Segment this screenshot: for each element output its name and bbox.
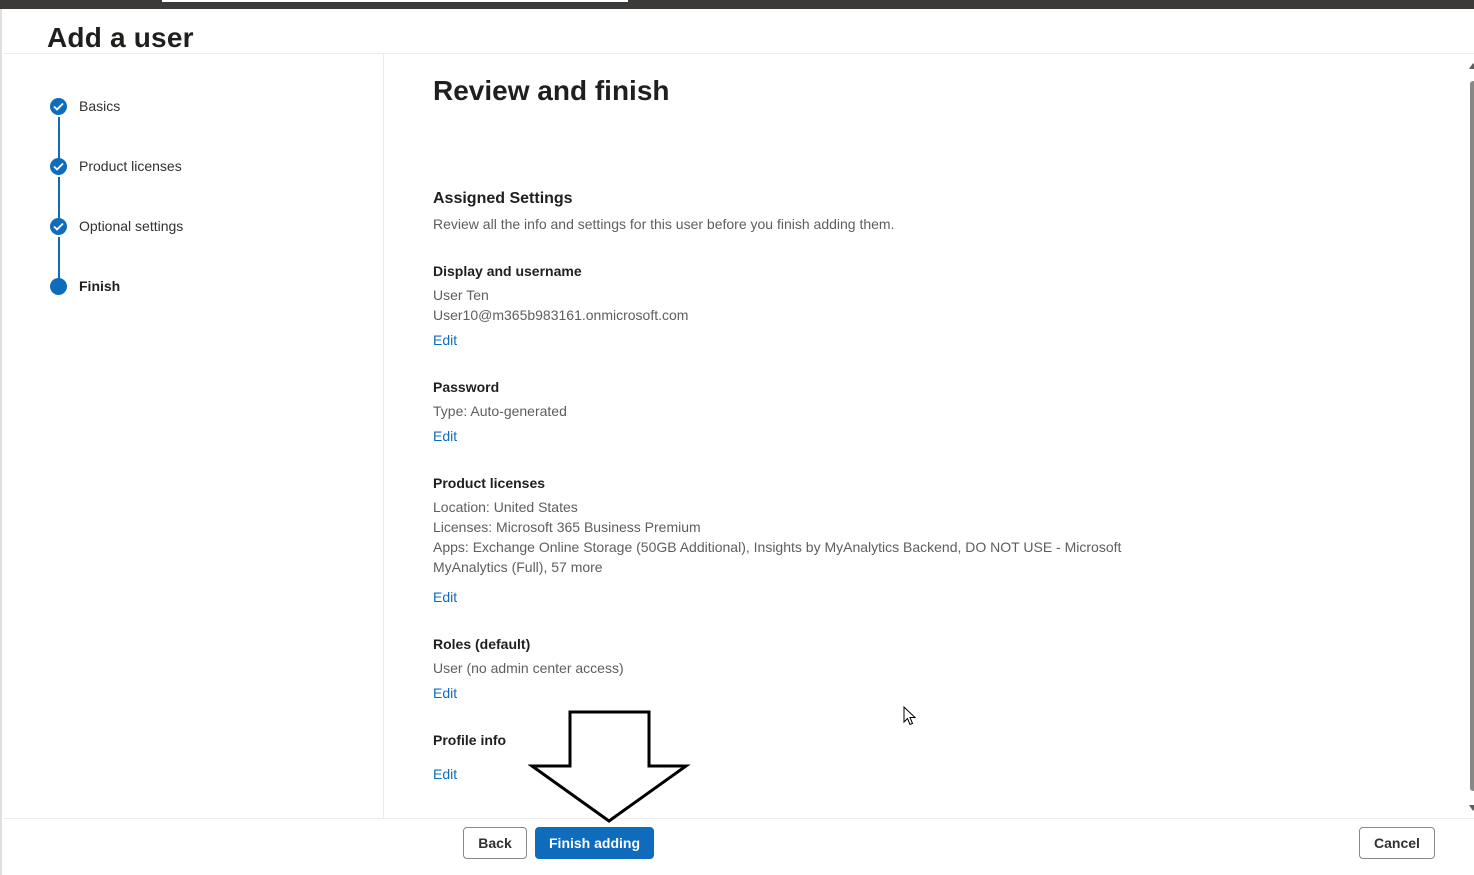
step-label: Basics xyxy=(79,98,121,114)
edit-password-link[interactable]: Edit xyxy=(433,428,457,444)
scroll-down-arrow-icon[interactable] xyxy=(1469,805,1474,811)
profile-info-title: Profile info xyxy=(433,732,507,748)
step-connector xyxy=(58,237,60,281)
roles-title: Roles (default) xyxy=(433,636,531,652)
licenses-value: Licenses: Microsoft 365 Business Premium xyxy=(433,519,701,535)
display-name-value: User Ten xyxy=(433,287,489,303)
footer-divider xyxy=(4,818,1474,819)
address-bar-edge xyxy=(162,0,628,2)
display-username-title: Display and username xyxy=(433,263,582,279)
password-title: Password xyxy=(433,379,500,395)
finish-adding-button[interactable]: Finish adding xyxy=(535,827,654,859)
add-user-panel: Add a user Basics Product licenses Optio… xyxy=(0,9,1474,875)
apps-value: Apps: Exchange Online Storage (50GB Addi… xyxy=(433,539,1122,575)
step-product-licenses[interactable]: Product licenses xyxy=(50,156,182,176)
step-connector xyxy=(58,117,60,161)
cancel-button[interactable]: Cancel xyxy=(1359,827,1435,859)
edit-profile-info-link[interactable]: Edit xyxy=(433,766,457,782)
product-licenses-title: Product licenses xyxy=(433,475,546,491)
username-value: User10@m365b983161.onmicrosoft.com xyxy=(433,307,689,323)
wizard-stepper: Basics Product licenses Optional setting… xyxy=(2,54,384,818)
browser-top-strip xyxy=(0,0,1474,9)
edit-roles-link[interactable]: Edit xyxy=(433,685,457,701)
edit-product-licenses-link[interactable]: Edit xyxy=(433,589,457,605)
checkmark-icon xyxy=(50,217,67,235)
edit-display-username-link[interactable]: Edit xyxy=(433,332,457,348)
page-title: Add a user xyxy=(47,22,194,53)
current-step-dot-icon xyxy=(50,277,67,295)
role-value: User (no admin center access) xyxy=(433,660,624,676)
assigned-settings-heading: Assigned Settings xyxy=(433,190,573,207)
step-finish: Finish xyxy=(50,276,120,296)
password-type-value: Type: Auto-generated xyxy=(433,403,567,419)
step-label: Finish xyxy=(79,278,121,294)
review-description: Review all the info and settings for thi… xyxy=(433,216,895,232)
down-arrow-annotation-icon xyxy=(528,710,691,823)
step-optional-settings[interactable]: Optional settings xyxy=(50,216,183,236)
step-label: Product licenses xyxy=(79,158,182,174)
step-connector xyxy=(58,177,60,221)
mouse-cursor-icon xyxy=(903,706,917,726)
scrollbar-thumb[interactable] xyxy=(1470,81,1474,791)
back-button[interactable]: Back xyxy=(463,827,527,859)
review-content: Review and finish Assigned Settings Revi… xyxy=(433,54,1463,818)
checkmark-icon xyxy=(50,97,67,115)
step-basics[interactable]: Basics xyxy=(50,96,120,116)
step-label: Optional settings xyxy=(79,218,184,234)
checkmark-icon xyxy=(50,157,67,175)
license-location-value: Location: United States xyxy=(433,499,578,515)
section-heading: Review and finish xyxy=(433,75,670,106)
scroll-up-arrow-icon[interactable] xyxy=(1469,63,1474,69)
